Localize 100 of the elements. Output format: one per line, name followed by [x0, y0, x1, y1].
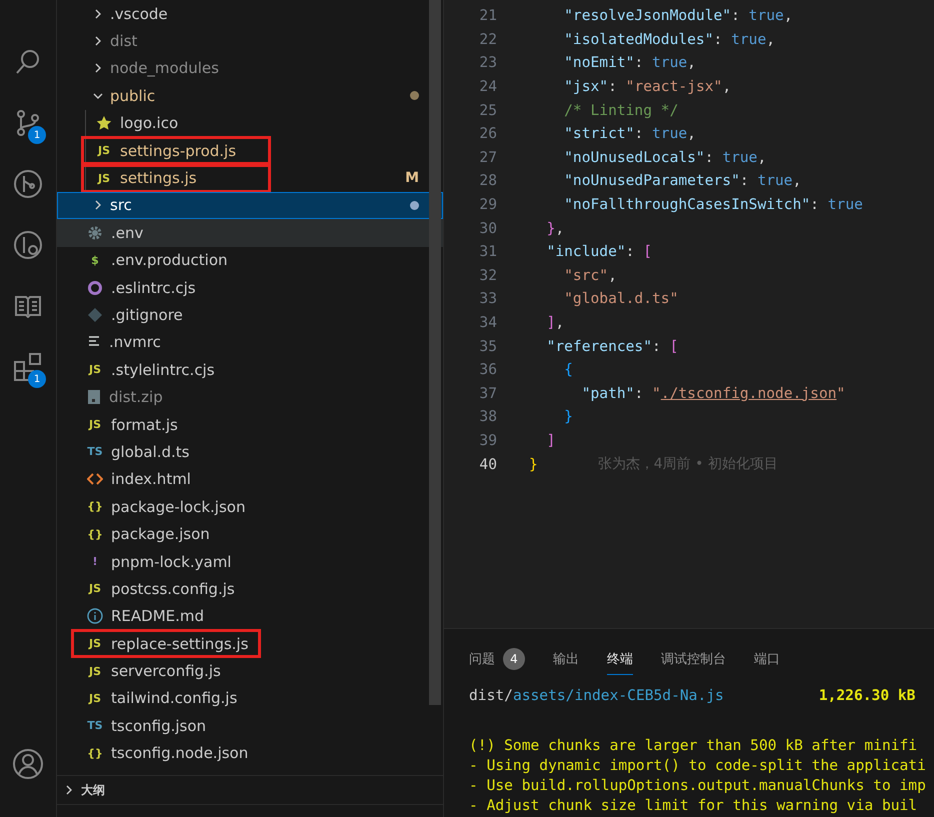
file-item[interactable]: JS settings-prod.js: [57, 136, 443, 164]
file-item[interactable]: $ .env.production: [57, 246, 443, 274]
tab-label: 终端: [607, 650, 633, 668]
file-name: dist.zip: [109, 387, 163, 408]
file-name: logo.ico: [120, 113, 178, 134]
file-item[interactable]: JS postcss.config.js: [57, 575, 443, 603]
terminal-text: 1,226.30 kB: [818, 687, 916, 704]
tab-label: 调试控制台: [661, 650, 726, 668]
file-item[interactable]: TS global.d.ts: [57, 438, 443, 466]
file-name: index.html: [111, 469, 191, 490]
outline-section-header[interactable]: 大纲: [57, 775, 443, 805]
line-number: 23: [478, 54, 497, 72]
panel-tab[interactable]: 输出: [553, 644, 579, 674]
terminal-text: - Use build.rollupOptions.output.manualChunks to imp: [469, 777, 926, 796]
section-title: 大纲: [81, 782, 105, 798]
file-item[interactable]: JS .stylelintrc.cjs: [57, 356, 443, 384]
line-number: 26: [478, 125, 497, 142]
branch-circle-icon[interactable]: [13, 168, 43, 198]
file-item[interactable]: JS replace-settings.js: [57, 630, 443, 658]
line-number: 27: [478, 148, 497, 166]
panel-tab[interactable]: 调试控制台: [661, 644, 726, 674]
file-name: replace-settings.js: [111, 634, 248, 654]
folder-item[interactable]: dist: [57, 27, 443, 55]
ring-icon: [87, 280, 103, 296]
terminal-text: assets/index-CEB5d-Na.js: [512, 687, 724, 704]
line-number: 25: [478, 102, 497, 119]
tab-label: 输出: [553, 650, 579, 668]
file-type-icon: JS: [95, 172, 113, 185]
file-name: serverconfig.js: [111, 661, 221, 682]
file-item[interactable]: JS format.js: [57, 410, 443, 438]
account-icon[interactable]: [12, 748, 44, 780]
file-name: .env.production: [111, 250, 228, 270]
file-item[interactable]: TS tsconfig.json: [57, 712, 443, 740]
file-type-icon: JS: [86, 582, 104, 596]
line-number: 39: [478, 432, 497, 449]
panel-tab[interactable]: 终端: [607, 644, 633, 674]
folder-item[interactable]: public: [57, 82, 443, 110]
file-name: format.js: [111, 414, 178, 435]
file-name: package-lock.json: [111, 496, 246, 517]
notification-badge: 1: [28, 126, 46, 144]
line-number: 30: [478, 220, 497, 237]
tab-label: 端口: [754, 650, 780, 668]
file-item[interactable]: .nvmrc: [57, 328, 443, 356]
folder-item[interactable]: node_modules: [57, 54, 443, 82]
file-item[interactable]: README.md: [57, 602, 443, 630]
file-name: tsconfig.json: [111, 716, 206, 736]
file-item[interactable]: JS tailwind.config.js: [57, 684, 443, 712]
file-name: .vscode: [110, 4, 168, 24]
code-line: "strict": true,: [563, 125, 696, 142]
file-item[interactable]: dist.zip: [57, 383, 443, 411]
code-line: ]: [546, 432, 556, 449]
file-type-icon: JS: [86, 418, 104, 432]
file-type-icon: JS: [86, 664, 104, 678]
terminal-text: (!) Some chunks are larger than 500 kB after minifi: [469, 737, 918, 756]
file-name: settings-prod.js: [120, 140, 236, 161]
folder-item[interactable]: .vscode: [57, 0, 443, 28]
info-icon: [87, 608, 103, 624]
folder-item[interactable]: src: [57, 192, 443, 220]
terminal-text: - Adjust chunk size limit for this warning via buil: [469, 797, 918, 816]
extensions-icon[interactable]: [13, 352, 43, 382]
file-name: dist: [110, 31, 138, 52]
source-control-icon[interactable]: [14, 108, 42, 136]
code-line: ],: [546, 314, 564, 332]
line-number: 40: [478, 456, 497, 473]
line-number: 21: [478, 7, 497, 24]
count-badge: 4: [503, 648, 525, 670]
file-type-icon: TS: [86, 445, 104, 458]
panel-tab[interactable]: 问题 4: [469, 644, 525, 674]
notification-badge: 1: [28, 370, 46, 388]
book-icon[interactable]: [14, 294, 42, 318]
file-item[interactable]: JS serverconfig.js: [57, 657, 443, 685]
panel-tab[interactable]: 端口: [754, 644, 780, 674]
file-item[interactable]: index.html: [57, 466, 443, 494]
circle-magnifier-icon[interactable]: [13, 230, 43, 260]
file-name: pnpm-lock.yaml: [111, 552, 232, 572]
git-status-label: M: [405, 170, 419, 186]
code-line: }: [529, 456, 538, 473]
terminal-text: dist/: [469, 687, 513, 704]
file-type-icon: !: [86, 555, 104, 568]
line-number: 32: [478, 266, 497, 284]
angle-brackets-icon: [87, 472, 103, 486]
file-item[interactable]: {} tsconfig.node.json: [57, 740, 443, 767]
file-name: tsconfig.node.json: [111, 743, 248, 764]
file-name: settings.js: [120, 168, 197, 188]
file-item[interactable]: .eslintrc.cjs: [57, 274, 443, 302]
search-icon[interactable]: [14, 48, 42, 76]
file-item[interactable]: logo.ico: [57, 110, 443, 137]
code-line: "noEmit": true,: [563, 54, 696, 72]
diamond-icon: [87, 306, 103, 323]
file-name: tailwind.config.js: [111, 688, 238, 708]
line-number: 29: [478, 196, 497, 214]
file-item[interactable]: ! pnpm-lock.yaml: [57, 548, 443, 576]
line-number: 24: [478, 78, 497, 96]
file-item[interactable]: .gitignore: [57, 301, 443, 329]
file-name: .nvmrc: [109, 332, 161, 352]
scrollbar-thumb[interactable]: [429, 0, 441, 705]
file-item[interactable]: {} package-lock.json: [57, 493, 443, 520]
code-line: {: [563, 361, 573, 378]
file-item[interactable]: {} package.json: [57, 520, 443, 548]
file-item[interactable]: .env: [57, 219, 443, 247]
